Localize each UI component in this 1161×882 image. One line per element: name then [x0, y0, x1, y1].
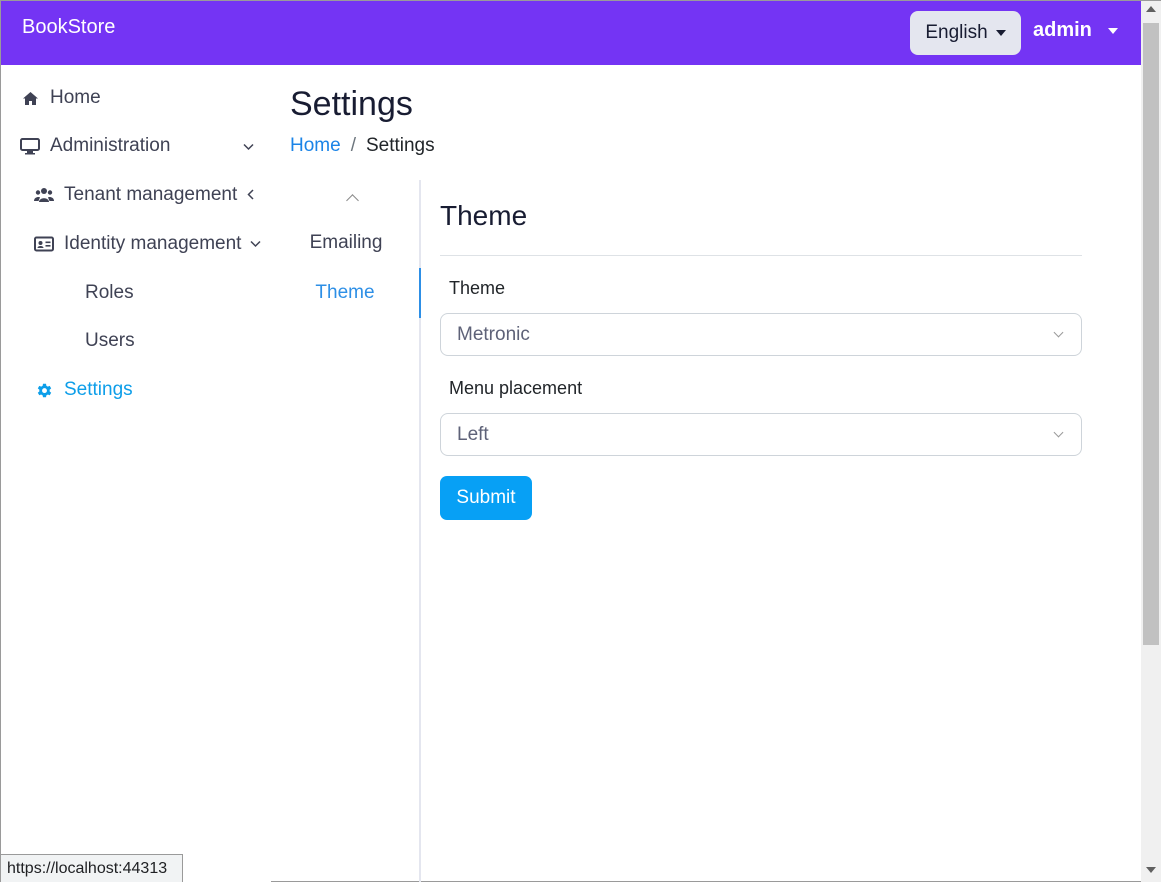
sidebar-item-label: Users [85, 330, 135, 351]
breadcrumb-home-link[interactable]: Home [290, 135, 341, 157]
language-label: English [925, 22, 988, 43]
caret-down-icon [995, 30, 1006, 36]
sidebar-item-tenant-management[interactable]: Tenant management [33, 184, 237, 206]
submit-button[interactable]: Submit [440, 476, 532, 520]
user-name: admin [1033, 19, 1092, 41]
sidebar-item-label: Identity management [64, 233, 242, 254]
theme-select-value: Metronic [457, 323, 530, 345]
user-menu-button[interactable]: admin [1033, 19, 1118, 42]
home-icon [19, 87, 41, 109]
settings-tabs: Emailing Theme [271, 180, 421, 882]
main-content: Settings Home / Settings Emailing Theme … [271, 65, 1141, 882]
chevron-left-icon[interactable] [247, 189, 255, 200]
gear-icon [33, 379, 55, 401]
chevron-down-icon[interactable] [250, 240, 261, 248]
chevron-down-icon [1053, 427, 1064, 438]
menu-placement-select[interactable]: Left [440, 413, 1082, 456]
id-card-icon [33, 233, 55, 255]
sidebar-item-identity-management[interactable]: Identity management [33, 233, 241, 255]
chevron-down-icon [1053, 327, 1064, 338]
sidebar-item-label: Administration [50, 135, 171, 156]
status-bar-url: https://localhost:44313 [1, 854, 183, 882]
page-title: Settings [290, 85, 413, 123]
sidebar-item-home[interactable]: Home [19, 87, 101, 109]
chevron-down-icon[interactable] [243, 143, 254, 151]
menu-placement-select-value: Left [457, 423, 489, 445]
sidebar-item-label: Settings [64, 379, 133, 400]
theme-field-label: Theme [449, 278, 506, 298]
sidebar-item-roles[interactable]: Roles [85, 282, 134, 304]
monitor-icon [19, 135, 41, 157]
tab-emailing[interactable]: Emailing [271, 218, 421, 268]
brand-logo[interactable]: BookStore [22, 16, 115, 39]
caret-down-icon [1107, 27, 1118, 34]
menu-placement-field-label: Menu placement [449, 378, 583, 398]
theme-select[interactable]: Metronic [440, 313, 1082, 356]
breadcrumb: Home / Settings [290, 135, 435, 157]
section-title: Theme [440, 200, 528, 231]
language-dropdown-button[interactable]: English [910, 11, 1021, 55]
chevron-up-icon[interactable] [346, 194, 359, 207]
sidebar-item-label: Roles [85, 282, 134, 303]
tab-theme[interactable]: Theme [271, 268, 421, 318]
users-icon [33, 184, 55, 206]
sidebar: Home Administration Tenant management Id… [1, 65, 271, 882]
vertical-scrollbar[interactable] [1141, 1, 1161, 882]
sidebar-item-users[interactable]: Users [85, 330, 135, 352]
sidebar-item-label: Tenant management [64, 184, 238, 205]
scrollbar-thumb[interactable] [1143, 23, 1159, 645]
breadcrumb-separator: / [350, 135, 356, 156]
sidebar-item-label: Home [50, 87, 101, 108]
sidebar-item-settings[interactable]: Settings [33, 379, 133, 401]
section-divider [440, 255, 1082, 256]
scroll-up-arrow-icon[interactable] [1146, 6, 1156, 12]
sidebar-item-administration[interactable]: Administration [19, 135, 170, 157]
breadcrumb-current: Settings [365, 135, 435, 156]
top-navbar: BookStore English admin [1, 1, 1141, 65]
scroll-down-arrow-icon[interactable] [1146, 867, 1156, 873]
